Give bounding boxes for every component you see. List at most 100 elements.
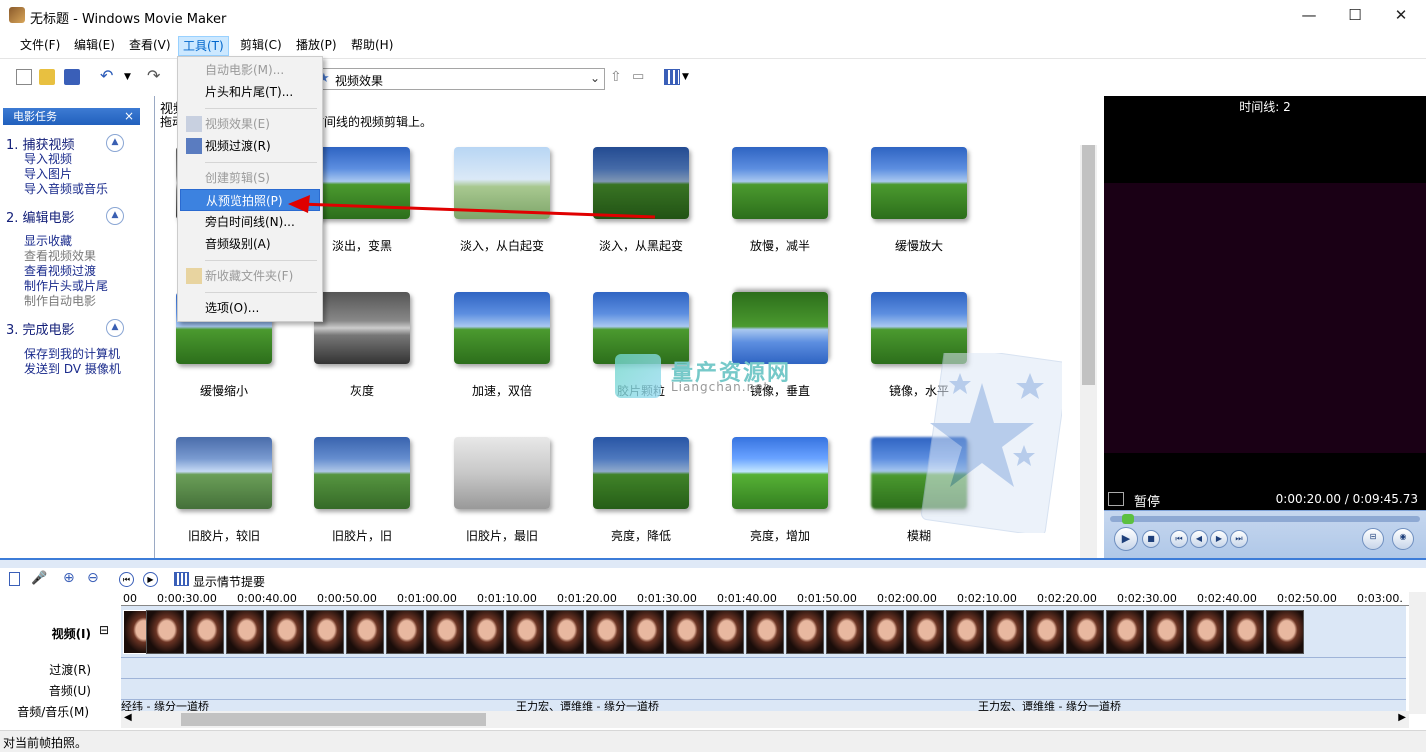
narrate-icon[interactable]: 🎤 (31, 571, 47, 586)
next-clip-icon[interactable]: ⏭ (1230, 530, 1248, 548)
scrollbar-thumb[interactable] (181, 713, 486, 726)
video-frame (626, 610, 664, 654)
video-frame (346, 610, 384, 654)
ruler-tick: 0:02:20.00 (1037, 592, 1097, 605)
menu-file[interactable]: 文件(F) (16, 36, 64, 56)
forward-icon[interactable]: ▶ (1210, 530, 1228, 548)
play-timeline-icon[interactable]: ▶ (143, 572, 158, 587)
stop-icon[interactable]: ■ (1142, 530, 1160, 548)
link-make-titles[interactable]: 制作片头或片尾 (24, 279, 108, 294)
video-frame (466, 610, 504, 654)
effect-label: 缓慢放大 (894, 239, 943, 253)
menu-edit[interactable]: 编辑(E) (70, 36, 119, 56)
effect-thumbnail[interactable] (871, 147, 967, 219)
effect-thumbnail[interactable] (314, 437, 410, 509)
seek-thumb[interactable] (1122, 514, 1134, 524)
set-audio-levels-icon[interactable] (9, 572, 20, 586)
effect-thumbnail[interactable] (176, 437, 272, 509)
redo-icon[interactable]: ↷ (147, 68, 163, 85)
effect-thumbnail[interactable] (314, 292, 410, 364)
storyboard-icon[interactable] (174, 572, 189, 586)
section-finish-movie[interactable]: 3. 完成电影 (6, 319, 75, 338)
video-frame (306, 610, 344, 654)
effect-thumbnail[interactable] (454, 292, 550, 364)
menu-play[interactable]: 播放(P) (292, 36, 341, 56)
new-folder-icon[interactable]: ▭ (632, 69, 648, 85)
undo-dropdown-icon[interactable]: ▼ (124, 69, 140, 85)
menu-item-audio-levels[interactable]: 音频级别(A) (180, 233, 320, 255)
ruler-tick: 0:01:10.00 (477, 592, 537, 605)
take-picture-icon[interactable]: ◉ (1392, 528, 1414, 550)
video-track[interactable] (121, 606, 1406, 657)
collapse-icon[interactable]: ▲ (106, 319, 124, 337)
menu-item-titles-credits[interactable]: 片头和片尾(T)... (180, 81, 320, 103)
close-button[interactable]: ✕ (1378, 0, 1424, 32)
collapse-icon[interactable]: ▲ (106, 134, 124, 152)
open-folder-icon[interactable] (39, 69, 55, 85)
rewind-timeline-icon[interactable]: ⏮ (119, 572, 134, 587)
effect-thumbnail[interactable] (732, 147, 828, 219)
track-label-video[interactable]: 视频(I) (52, 625, 91, 642)
music-clip[interactable]: 经纬 - 缘分一道桥 (121, 700, 209, 711)
video-frame (226, 610, 264, 654)
link-show-collections[interactable]: 显示收藏 (24, 234, 72, 249)
view-mode-icon[interactable] (664, 69, 680, 85)
collapse-track-icon[interactable]: ⊟ (99, 623, 109, 637)
link-send-dv[interactable]: 发送到 DV 摄像机 (24, 362, 121, 377)
maximize-button[interactable]: ☐ (1332, 0, 1378, 32)
effect-label: 亮度，降低 (610, 529, 671, 543)
collection-select[interactable]: ★ 视频效果 ⌄ (313, 68, 605, 90)
menu-item-video-transitions[interactable]: 视频过渡(R) (180, 135, 320, 157)
menu-clip[interactable]: 剪辑(C) (236, 36, 286, 56)
effect-label: 旧胶片，较旧 (187, 529, 260, 543)
scroll-left-icon[interactable]: ◀ (124, 712, 132, 723)
seek-bar[interactable] (1110, 514, 1420, 524)
effect-thumbnail[interactable] (593, 437, 689, 509)
link-import-audio[interactable]: 导入音频或音乐 (24, 182, 108, 197)
up-folder-icon[interactable]: ⇧ (610, 69, 626, 85)
timeline-ruler[interactable]: 00 0:00:30.00 0:00:40.00 0:00:50.00 0:01… (121, 592, 1411, 606)
fullscreen-icon[interactable] (1108, 492, 1124, 506)
timeline-horizontal-scrollbar[interactable]: ◀ ▶ (121, 711, 1409, 728)
scrollbar-thumb[interactable] (1082, 145, 1095, 385)
new-file-icon[interactable] (16, 69, 32, 85)
music-track[interactable]: 经纬 - 缘分一道桥 王力宏、谭维维 - 缘分一道桥 王力宏、谭维维 - 缘分一… (121, 699, 1406, 711)
transition-track[interactable] (121, 657, 1406, 678)
content-scrollbar[interactable] (1080, 145, 1097, 558)
music-clip[interactable]: 王力宏、谭维维 - 缘分一道桥 (516, 700, 659, 711)
rewind-icon[interactable]: ◀ (1190, 530, 1208, 548)
preview-monitor: 时间线: 2 暂停 0:00:20.00 / 0:09:45.73 ▶ ■ ⏮ … (1104, 96, 1426, 558)
tools-menu: 自动电影(M)... 片头和片尾(T)... 视频效果(E) 视频过渡(R) 创… (177, 56, 323, 322)
effect-label: 亮度，增加 (749, 529, 810, 543)
section-edit-movie[interactable]: 2. 编辑电影 (6, 207, 75, 226)
split-clip-icon[interactable]: ⊟ (1362, 528, 1384, 550)
close-icon[interactable]: × (124, 108, 134, 125)
save-icon[interactable] (64, 69, 80, 85)
undo-icon[interactable]: ↶ (100, 68, 116, 85)
scroll-right-icon[interactable]: ▶ (1398, 712, 1406, 723)
minimize-button[interactable]: — (1286, 0, 1332, 32)
effect-thumbnail[interactable] (454, 437, 550, 509)
menu-tools[interactable]: 工具(T) (178, 36, 229, 56)
show-storyboard-button[interactable]: 显示情节提要 (193, 573, 265, 590)
music-clip[interactable]: 王力宏、谭维维 - 缘分一道桥 (978, 700, 1121, 711)
zoom-out-icon[interactable]: ⊖ (87, 570, 99, 586)
audio-track[interactable] (121, 678, 1406, 699)
previous-clip-icon[interactable]: ⏮ (1170, 530, 1188, 548)
video-frame (1026, 610, 1064, 654)
timeline-divider[interactable] (0, 558, 1426, 568)
menu-item-options[interactable]: 选项(O)... (180, 297, 320, 319)
menu-help[interactable]: 帮助(H) (347, 36, 397, 56)
link-view-transitions[interactable]: 查看视频过渡 (24, 264, 96, 279)
collapse-icon[interactable]: ▲ (106, 207, 124, 225)
link-import-pictures[interactable]: 导入图片 (24, 167, 72, 182)
play-icon[interactable]: ▶ (1114, 527, 1138, 551)
section-capture-video[interactable]: 1. 捕获视频 (6, 134, 75, 153)
effect-thumbnail[interactable] (732, 437, 828, 509)
link-import-video[interactable]: 导入视频 (24, 152, 72, 167)
menu-view[interactable]: 查看(V) (125, 36, 175, 56)
view-dropdown-icon[interactable]: ▼ (682, 69, 698, 85)
timeline-vertical-scrollbar[interactable] (1409, 592, 1426, 714)
zoom-in-icon[interactable]: ⊕ (63, 570, 75, 586)
link-save-computer[interactable]: 保存到我的计算机 (24, 347, 120, 362)
